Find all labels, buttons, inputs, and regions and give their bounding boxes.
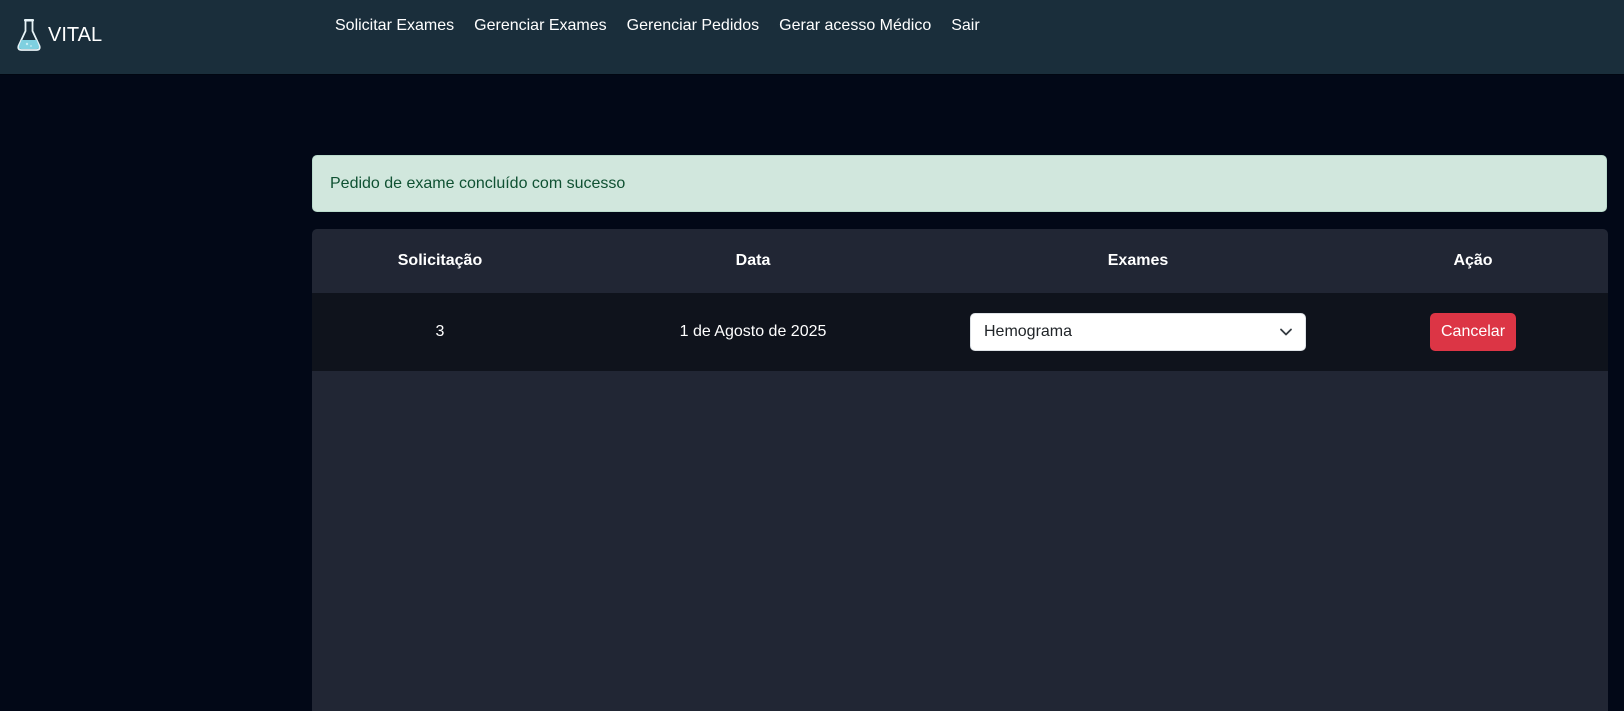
nav-gerenciar-exames[interactable]: Gerenciar Exames [474, 16, 607, 36]
navbar: VITAL Solicitar Exames Gerenciar Exames … [0, 0, 1624, 74]
nav-gerenciar-pedidos[interactable]: Gerenciar Pedidos [627, 16, 760, 36]
exames-select-value: Hemograma [984, 323, 1073, 340]
column-header-acao: Ação [1453, 252, 1493, 269]
chevron-down-icon [1279, 325, 1293, 339]
cell-data: 1 de Agosto de 2025 [679, 323, 827, 340]
cell-exames: Hemograma [938, 293, 1338, 371]
flask-icon [16, 18, 42, 52]
success-alert-message: Pedido de exame concluído com sucesso [330, 174, 626, 192]
nav-solicitar-exames[interactable]: Solicitar Exames [335, 16, 454, 36]
column-header-data: Data [735, 252, 771, 269]
brand-link[interactable]: VITAL [16, 18, 102, 52]
cell-acao: Cancelar [1338, 293, 1608, 371]
success-alert: Pedido de exame concluído com sucesso [312, 155, 1607, 212]
cell-solicitacao: 3 [435, 323, 445, 340]
requests-table: Solicitação Data Exames Ação 3 1 de Agos… [312, 229, 1608, 711]
nav-gerar-acesso-medico[interactable]: Gerar acesso Médico [779, 16, 931, 36]
nav-sair[interactable]: Sair [951, 16, 979, 36]
column-header-exames: Exames [1107, 252, 1169, 269]
table-row: 3 1 de Agosto de 2025 Hemograma Cancelar [312, 293, 1608, 371]
cancel-button[interactable]: Cancelar [1430, 313, 1516, 351]
column-header-solicitacao: Solicitação [397, 252, 483, 269]
exames-select[interactable]: Hemograma [970, 313, 1306, 351]
nav-menu: Solicitar Exames Gerenciar Exames Gerenc… [335, 16, 980, 36]
brand-name: VITAL [48, 23, 103, 46]
table-header: Solicitação Data Exames Ação [312, 229, 1608, 294]
